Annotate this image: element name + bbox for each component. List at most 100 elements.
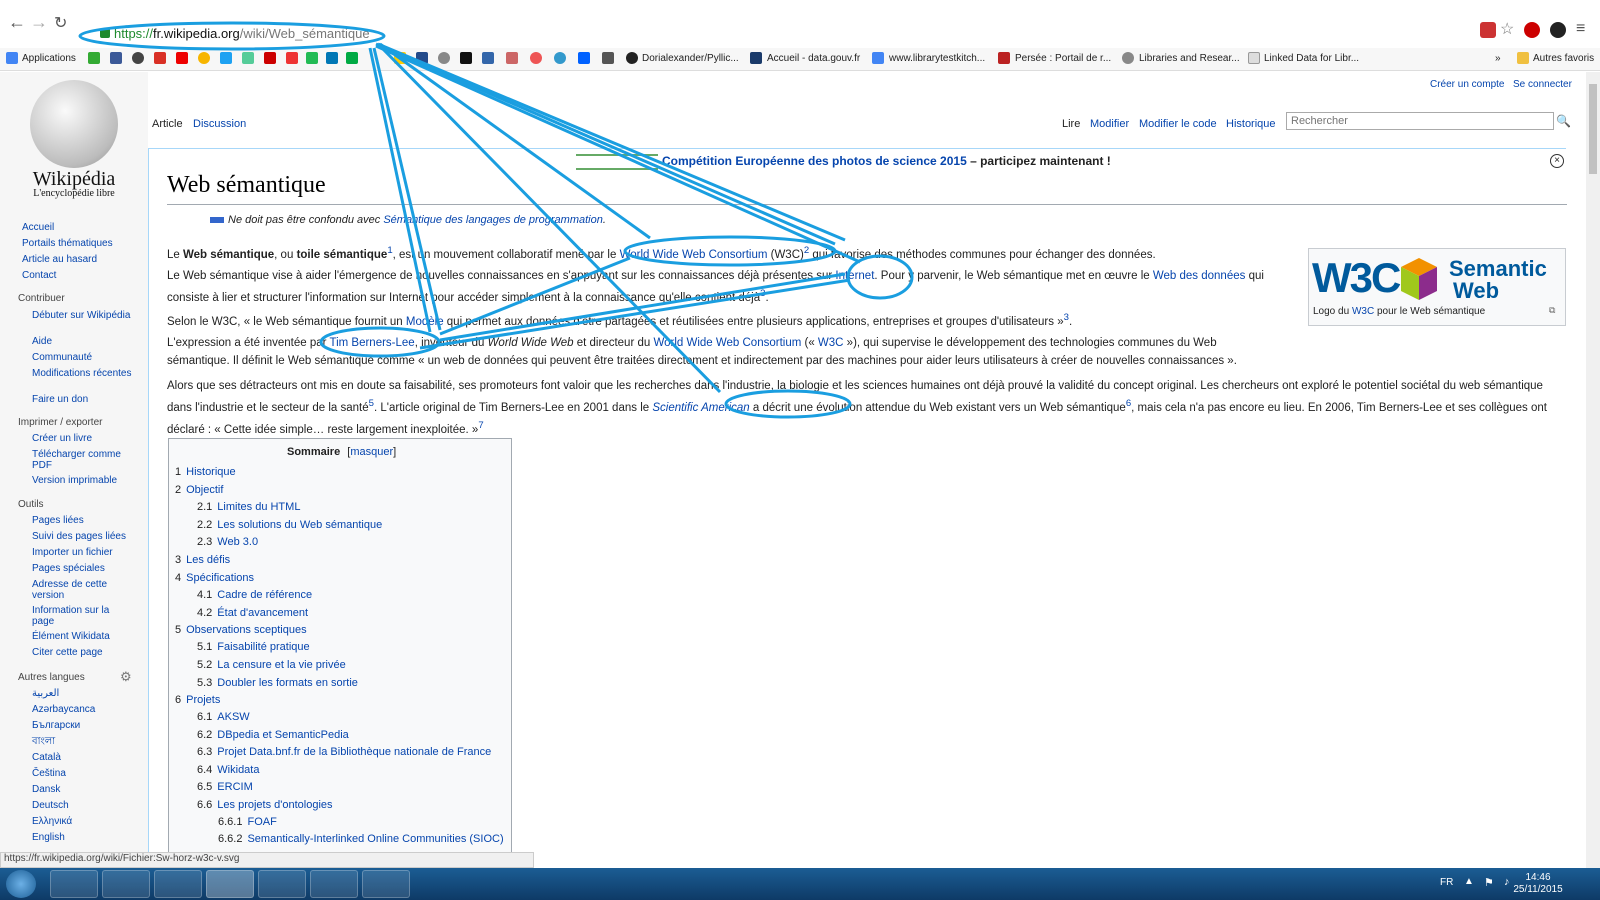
dropbox-icon[interactable] bbox=[578, 52, 590, 64]
modele-link[interactable]: Modèle bbox=[406, 316, 444, 328]
web-des-donnees-link[interactable]: Web des données bbox=[1153, 270, 1246, 282]
toc-item[interactable]: 6.3 Projet Data.bnf.fr de la Bibliothèque… bbox=[197, 746, 491, 758]
lang-item[interactable]: Dansk bbox=[32, 784, 132, 795]
gmail-icon[interactable] bbox=[264, 52, 276, 64]
enlarge-icon[interactable]: ⧉ bbox=[1549, 305, 1555, 316]
sidebar-item-suivi[interactable]: Suivi des pages liées bbox=[32, 531, 132, 542]
folder-icon[interactable] bbox=[1517, 52, 1529, 64]
bookmark-favicon[interactable] bbox=[1122, 52, 1134, 64]
sidebar-item-pages-liees[interactable]: Pages liées bbox=[32, 515, 132, 526]
bookmark-linked-data[interactable]: Linked Data for Libr... bbox=[1264, 53, 1359, 64]
extension-icon[interactable] bbox=[1550, 22, 1566, 38]
scientific-american-link[interactable]: Scientific American bbox=[652, 402, 749, 414]
bookmark-favicon[interactable] bbox=[998, 52, 1010, 64]
notice-link[interactable]: Compétition Européenne des photos de sci… bbox=[662, 154, 967, 168]
bookmark-applications[interactable]: Applications bbox=[22, 53, 76, 64]
chrome-taskbar-icon[interactable] bbox=[206, 870, 254, 898]
sidebar-item-pdf[interactable]: Télécharger comme PDF bbox=[32, 449, 132, 471]
address-bar[interactable]: https://fr.wikipedia.org/wiki/Web_sémant… bbox=[100, 26, 370, 41]
google-icon[interactable] bbox=[872, 52, 884, 64]
toc-item[interactable]: 6.4 Wikidata bbox=[197, 764, 259, 776]
wikipedia-globe-logo[interactable] bbox=[30, 80, 118, 168]
toc-item[interactable]: 3 Les défis bbox=[175, 554, 230, 566]
toc-item[interactable]: 6.5 ERCIM bbox=[197, 781, 253, 793]
sidebar-item-debuter[interactable]: Débuter sur Wikipédia bbox=[32, 310, 132, 321]
search-icon[interactable]: 🔍 bbox=[1556, 114, 1571, 128]
bookmark-favicon[interactable] bbox=[220, 52, 232, 64]
media-taskbar-icon[interactable] bbox=[154, 870, 202, 898]
lang-item[interactable]: Azərbaycanca bbox=[32, 704, 132, 715]
tim-berners-lee-link[interactable]: Tim Berners-Lee bbox=[329, 337, 414, 349]
bookmark-favicon[interactable] bbox=[602, 52, 614, 64]
w3c-caption-link[interactable]: W3C bbox=[1352, 306, 1374, 317]
adblock-icon[interactable] bbox=[1524, 22, 1540, 38]
bookmark-dorialexander[interactable]: Dorialexander/Pyllic... bbox=[642, 53, 739, 64]
sidebar-item-imprimable[interactable]: Version imprimable bbox=[32, 475, 132, 486]
powerpoint-taskbar-icon[interactable] bbox=[310, 870, 358, 898]
tab-modifier-code[interactable]: Modifier le code bbox=[1139, 118, 1217, 130]
w3c-link[interactable]: World Wide Web Consortium bbox=[620, 249, 768, 261]
sidebar-item-modifications[interactable]: Modifications récentes bbox=[32, 368, 132, 379]
toc-item[interactable]: 1 Historique bbox=[175, 466, 236, 478]
bookmark-favicon[interactable] bbox=[750, 52, 762, 64]
toc-item[interactable]: 2 Objectif bbox=[175, 484, 223, 496]
bookmark-favicon[interactable] bbox=[242, 52, 254, 64]
youtube-icon[interactable] bbox=[176, 52, 188, 64]
tab-lire[interactable]: Lire bbox=[1062, 118, 1080, 130]
sidebar-item-portails[interactable]: Portails thématiques bbox=[22, 238, 122, 249]
toc-item[interactable]: 6.6.1 FOAF bbox=[218, 816, 277, 828]
toc-item[interactable]: 2.3 Web 3.0 bbox=[197, 536, 258, 548]
bookmark-favicon[interactable] bbox=[460, 52, 472, 64]
page-icon[interactable] bbox=[1248, 52, 1260, 64]
reload-icon[interactable]: ↻ bbox=[54, 13, 67, 33]
bookmark-libraries[interactable]: Libraries and Resear... bbox=[1139, 53, 1240, 64]
bookmark-favicon[interactable] bbox=[554, 52, 566, 64]
explorer-taskbar-icon[interactable] bbox=[102, 870, 150, 898]
search-input[interactable] bbox=[1286, 112, 1554, 130]
sidebar-item-speciales[interactable]: Pages spéciales bbox=[32, 563, 132, 574]
bookmark-favicon[interactable] bbox=[286, 52, 298, 64]
reference-link[interactable]: 7 bbox=[478, 420, 483, 431]
sidebar-item-hasard[interactable]: Article au hasard bbox=[22, 254, 122, 265]
lang-item[interactable]: বাংলা bbox=[32, 736, 132, 747]
sidebar-item-wikidata[interactable]: Élément Wikidata bbox=[32, 631, 132, 642]
toc-item[interactable]: 6 Projets bbox=[175, 694, 220, 706]
internet-link[interactable]: Internet bbox=[835, 270, 874, 282]
bookmark-favicon[interactable] bbox=[506, 52, 518, 64]
chevron-up-icon[interactable]: ▲ bbox=[1464, 876, 1474, 887]
lang-item[interactable]: العربية bbox=[32, 688, 132, 699]
gear-icon[interactable]: ⚙ bbox=[120, 669, 132, 685]
bookmark-librarytestkitchen[interactable]: www.librarytestkitch... bbox=[889, 53, 985, 64]
toc-toggle-link[interactable]: masquer bbox=[350, 446, 393, 458]
sidebar-item-livre[interactable]: Créer un livre bbox=[32, 433, 132, 444]
w3c-link[interactable]: World Wide Web Consortium bbox=[653, 337, 801, 349]
bookmark-other[interactable]: Autres favoris bbox=[1533, 53, 1594, 64]
toc-item[interactable]: 5 Observations sceptiques bbox=[175, 624, 307, 636]
w3c-logo[interactable]: W3C bbox=[1312, 254, 1401, 302]
toc-item[interactable]: 2.2 Les solutions du Web sémantique bbox=[197, 519, 382, 531]
sidebar-item-citer[interactable]: Citer cette page bbox=[32, 647, 132, 658]
bookmark-data-gouv[interactable]: Accueil - data.gouv.fr bbox=[767, 53, 860, 64]
scrollbar-track[interactable] bbox=[1586, 72, 1600, 868]
sidebar-item-communaute[interactable]: Communauté bbox=[32, 352, 132, 363]
sidebar-item-aide[interactable]: Aide bbox=[32, 336, 132, 347]
sidebar-item-importer[interactable]: Importer un fichier bbox=[32, 547, 132, 558]
toc-item[interactable]: 6.1 AKSW bbox=[197, 711, 250, 723]
toc-item[interactable]: 4 Spécifications bbox=[175, 572, 254, 584]
bookmark-favicon[interactable] bbox=[132, 52, 144, 64]
back-icon[interactable]: ← bbox=[8, 12, 26, 33]
bookmark-persee[interactable]: Persée : Portail de r... bbox=[1015, 53, 1111, 64]
language-indicator[interactable]: FR bbox=[1440, 877, 1453, 888]
toc-item[interactable]: 6.6 Les projets d'ontologies bbox=[197, 799, 333, 811]
toc-item[interactable]: 2.1 Limites du HTML bbox=[197, 501, 300, 513]
sidebar-item-information[interactable]: Information sur la page bbox=[32, 605, 132, 627]
login-link[interactable]: Se connecter bbox=[1513, 79, 1572, 90]
bookmark-favicon[interactable] bbox=[88, 52, 100, 64]
lang-item[interactable]: Ελληνικά bbox=[32, 816, 132, 827]
paint-taskbar-icon[interactable] bbox=[362, 870, 410, 898]
app-taskbar-icon[interactable] bbox=[258, 870, 306, 898]
lang-item[interactable]: Deutsch bbox=[32, 800, 132, 811]
toc-item[interactable]: 5.3 Doubler les formats en sortie bbox=[197, 677, 358, 689]
facebook-icon[interactable] bbox=[110, 52, 122, 64]
start-button[interactable] bbox=[6, 870, 36, 898]
